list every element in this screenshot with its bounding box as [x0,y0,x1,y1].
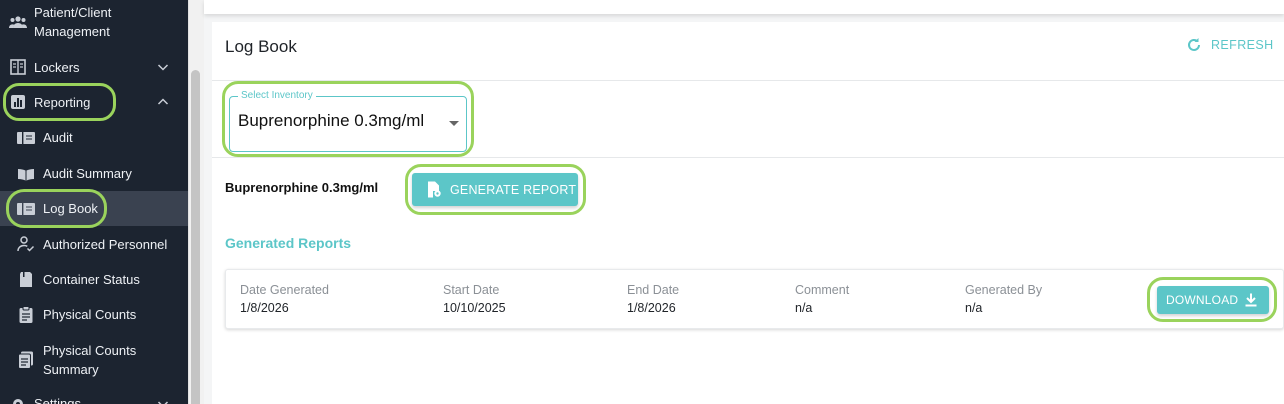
divider [212,157,1284,158]
sidebar-item-label: Physical Counts [43,343,137,358]
sidebar-item-label: Audit Summary [43,166,132,181]
selected-inventory-name: Buprenorphine 0.3mg/ml [225,180,379,195]
gear-icon [9,395,27,404]
open-book-icon [17,165,35,183]
chevron-up-icon [157,98,169,105]
sidebar-item-authorized-personnel[interactable]: Authorized Personnel [0,231,188,257]
log-book-panel: Log Book REFRESH Select Inventory Bupren… [212,22,1284,404]
sidebar-item-label: Log Book [43,201,98,216]
sidebar-item-label: Patient/Client [34,5,112,20]
sidebar-item-audit-summary[interactable]: Audit Summary [0,160,188,186]
sidebar-item-physical-counts-summary[interactable]: Physical Counts Summary [0,340,188,380]
person-check-icon [17,235,35,253]
cell-value: 1/8/2026 [240,301,289,315]
main-content: Log Book REFRESH Select Inventory Bupren… [204,0,1284,404]
column-header: Start Date [443,283,500,297]
sidebar-item-log-book[interactable]: Log Book [0,191,188,226]
page-title: Log Book [225,37,297,56]
sidebar-item-physical-counts[interactable]: Physical Counts [0,301,188,327]
sidebar-item-lockers[interactable]: Lockers [0,54,188,80]
select-inventory-value: Buprenorphine 0.3mg/ml [238,111,425,130]
sidebar-item-label: Reporting [34,95,91,110]
start-date-cell: Start Date 10/10/2025 [443,283,506,316]
clipboard-icon [17,305,35,323]
refresh-button[interactable]: REFRESH [1186,37,1274,53]
top-app-bar [204,0,1284,14]
sidebar: Patient/Client Management Lockers Report… [0,0,188,404]
date-generated-cell: Date Generated 1/8/2026 [240,283,329,316]
select-inventory-label: Select Inventory [238,90,316,102]
caret-down-icon [449,121,459,126]
chevron-down-icon [157,64,169,71]
cell-value: n/a [965,301,983,315]
sidebar-item-settings[interactable]: Settings [0,392,188,404]
chevron-down-icon [157,401,169,404]
comment-cell: Comment n/a [795,283,849,316]
column-header: Generated By [965,283,1043,297]
download-icon [1245,293,1257,307]
book-icon [17,129,35,147]
refresh-label: REFRESH [1211,38,1274,52]
sidebar-item-label: Lockers [34,60,80,75]
sidebar-item-label: Audit [43,130,73,145]
sidebar-item-label: Summary [43,362,99,377]
report-settings-icon [428,181,441,198]
sidebar-item-patient-client-management[interactable]: Patient/Client Management [0,2,188,42]
chart-icon [9,93,27,111]
cell-value: n/a [795,301,813,315]
generate-report-button[interactable]: GENERATE REPORT [412,173,578,206]
people-icon [9,13,27,31]
sidebar-item-container-status[interactable]: Container Status [0,266,188,292]
cell-value: 10/10/2025 [443,301,506,315]
book-icon [17,200,35,218]
report-row: Date Generated 1/8/2026 Start Date 10/10… [225,269,1284,329]
sidebar-item-label: Physical Counts [43,307,137,322]
sidebar-item-label: Management [34,24,110,39]
generate-report-label: GENERATE REPORT [450,182,577,197]
download-button[interactable]: DOWNLOAD [1157,286,1269,314]
sidebar-scrollbar-thumb[interactable] [191,70,200,404]
sidebar-item-label: Authorized Personnel [43,237,168,252]
column-header: End Date [627,283,680,297]
sidebar-item-label: Settings [34,396,81,404]
generated-reports-heading: Generated Reports [225,235,352,251]
refresh-icon [1188,38,1200,51]
generated-by-cell: Generated By n/a [965,283,1042,316]
locker-icon [9,58,27,76]
sidebar-item-audit[interactable]: Audit [0,124,188,150]
column-header: Date Generated [240,283,329,297]
column-header: Comment [795,283,850,297]
sidebar-item-reporting[interactable]: Reporting [0,89,188,115]
end-date-cell: End Date 1/8/2026 [627,283,679,316]
download-label: DOWNLOAD [1166,293,1239,307]
select-inventory-dropdown[interactable]: Select Inventory Buprenorphine 0.3mg/ml [229,90,467,152]
divider [212,80,1284,81]
cell-value: 1/8/2026 [627,301,676,315]
sidebar-item-label: Container Status [43,272,140,287]
clipboard-list-icon [17,351,35,369]
container-icon [17,270,35,288]
